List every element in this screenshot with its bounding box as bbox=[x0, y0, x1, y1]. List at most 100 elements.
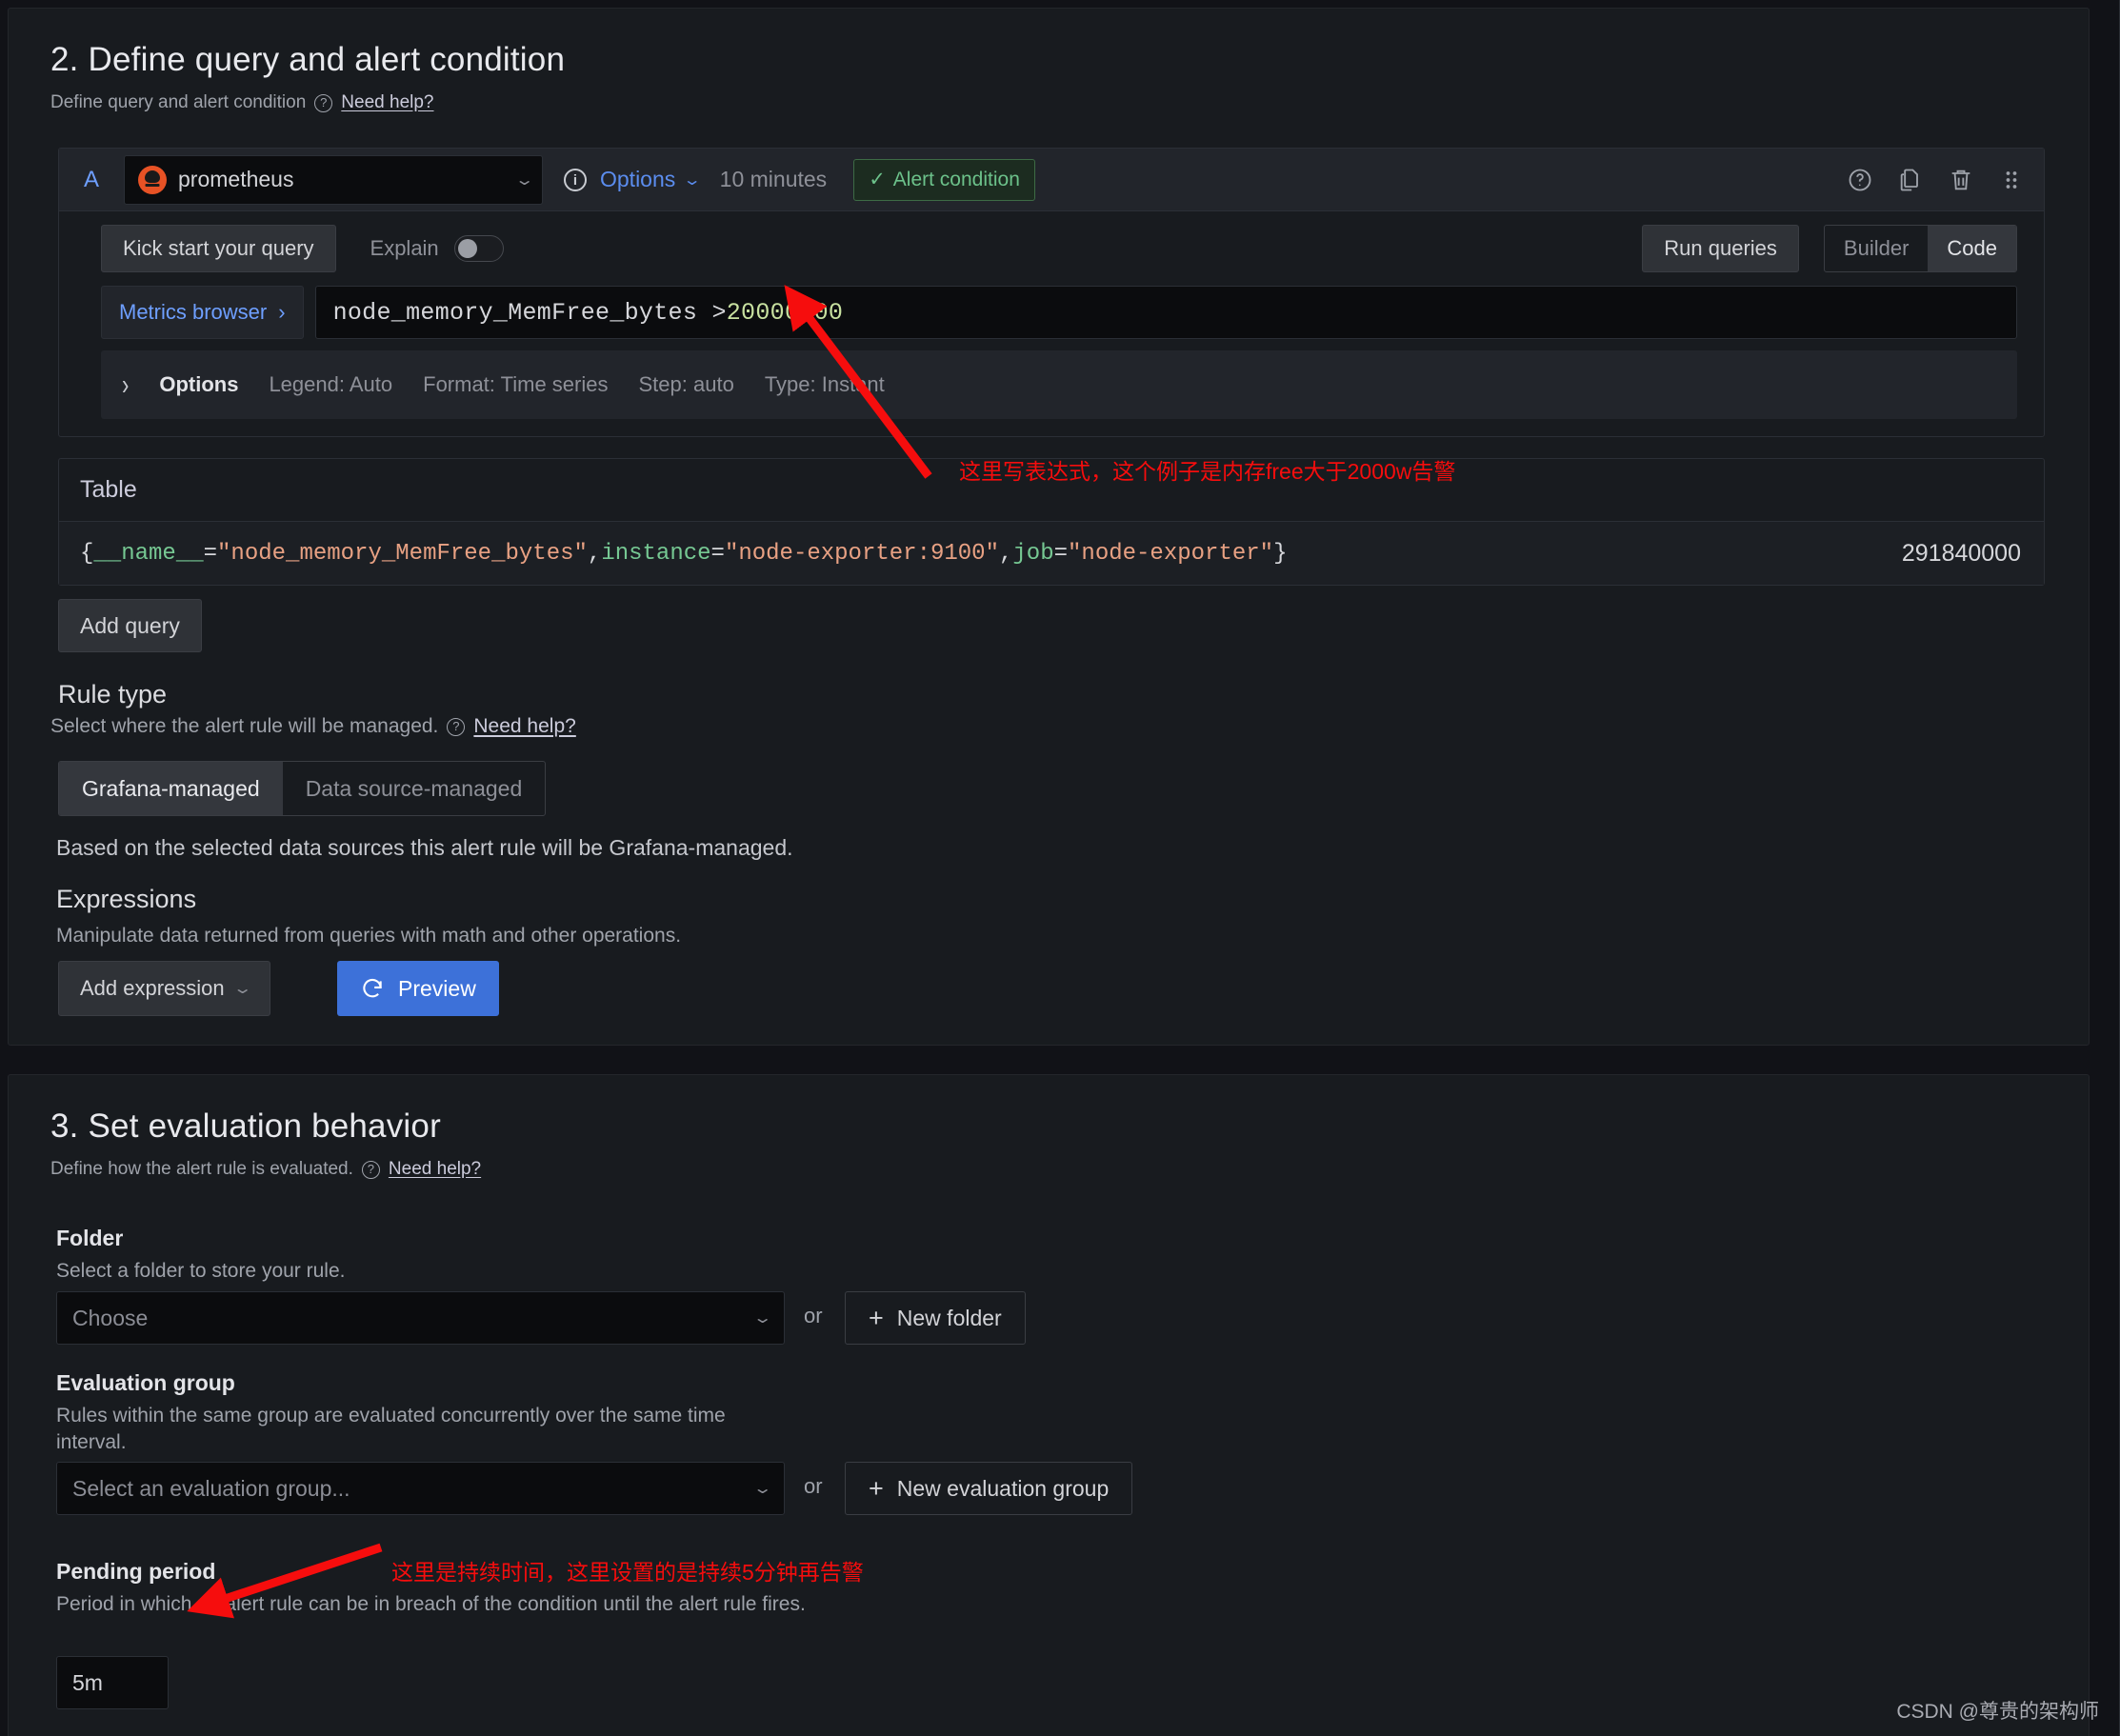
prometheus-logo-icon bbox=[138, 166, 167, 194]
rule-type-desc-row: Select where the alert rule will be mana… bbox=[9, 713, 576, 740]
folder-description: Select a folder to store your rule. bbox=[56, 1258, 346, 1285]
expression-metric-text: node_memory_MemFree_bytes > bbox=[333, 299, 727, 327]
run-queries-button[interactable]: Run queries bbox=[1642, 225, 1799, 272]
plus-icon: + bbox=[869, 1306, 884, 1331]
series-eq-3: = bbox=[1054, 541, 1068, 567]
query-toolbar-right: Run queries Builder Code bbox=[1642, 225, 2017, 272]
watermark: CSDN @尊贵的架构师 bbox=[1896, 1696, 2099, 1725]
info-icon[interactable]: i bbox=[564, 169, 587, 191]
series-sep-1: , bbox=[588, 541, 601, 567]
chevron-down-icon[interactable]: ⌄ bbox=[683, 170, 702, 190]
new-evaluation-group-label: New evaluation group bbox=[897, 1476, 1109, 1502]
series-label-name-1: __name__ bbox=[93, 541, 203, 567]
rule-type-grafana-managed[interactable]: Grafana-managed bbox=[59, 762, 283, 815]
expressions-description: Manipulate data returned from queries wi… bbox=[56, 923, 681, 949]
series-eq-2: = bbox=[711, 541, 725, 567]
new-folder-label: New folder bbox=[897, 1306, 1002, 1331]
chevron-down-icon: ⌄ bbox=[752, 1479, 772, 1498]
query-options-link[interactable]: Options bbox=[600, 167, 675, 192]
new-folder-button[interactable]: + New folder bbox=[845, 1291, 1026, 1345]
query-expression-input[interactable]: node_memory_MemFree_bytes > 20000000 bbox=[315, 286, 2017, 339]
annotation-expression-text: 这里写表达式，这个例子是内存free大于2000w告警 bbox=[959, 453, 1455, 486]
annotation-pending-text: 这里是持续时间，这里设置的是持续5分钟再告警 bbox=[391, 1554, 864, 1586]
section-define-query-card: 2. Define query and alert condition Defi… bbox=[8, 8, 2090, 1046]
folder-or-text: or bbox=[804, 1304, 823, 1328]
expression-threshold-value: 20000000 bbox=[727, 299, 843, 327]
query-ref-id: A bbox=[59, 167, 124, 193]
evaluation-group-select-value: Select an evaluation group... bbox=[72, 1476, 350, 1502]
datasource-name: prometheus bbox=[178, 167, 507, 192]
series-label-value-3: "node-exporter" bbox=[1068, 541, 1273, 567]
query-header-actions bbox=[1847, 167, 2025, 193]
series-label-name-3: job bbox=[1012, 541, 1053, 567]
query-options-row[interactable]: › Options Legend: Auto Format: Time seri… bbox=[101, 350, 2017, 419]
metrics-browser-button[interactable]: Metrics browser › bbox=[101, 286, 304, 339]
step3-subtitle-row: Define how the alert rule is evaluated. … bbox=[9, 1146, 2089, 1180]
preview-label: Preview bbox=[398, 976, 476, 1002]
pending-period-description: Period in which an alert rule can be in … bbox=[56, 1591, 856, 1618]
step3-need-help-link[interactable]: Need help? bbox=[389, 1159, 481, 1180]
expressions-heading: Expressions bbox=[56, 885, 196, 914]
step2-need-help-link[interactable]: Need help? bbox=[341, 92, 433, 113]
option-format: Format: Time series bbox=[423, 372, 608, 397]
option-legend: Legend: Auto bbox=[269, 372, 392, 397]
pending-period-input[interactable]: 5m bbox=[56, 1656, 169, 1709]
option-type: Type: Instant bbox=[765, 372, 885, 397]
editor-mode-toggle: Builder Code bbox=[1824, 225, 2017, 272]
evaluation-group-label: Evaluation group bbox=[56, 1370, 235, 1396]
rule-type-datasource-managed[interactable]: Data source-managed bbox=[283, 762, 546, 815]
step2-title: 2. Define query and alert condition bbox=[9, 9, 2089, 79]
chevron-right-icon: › bbox=[122, 368, 129, 402]
series-label-name-2: instance bbox=[601, 541, 710, 567]
step3-subtitle-text: Define how the alert rule is evaluated. bbox=[50, 1159, 353, 1180]
check-icon: ✓ bbox=[869, 168, 886, 191]
step2-subtitle-row: Define query and alert condition ? Need … bbox=[9, 79, 2089, 113]
drag-handle-icon[interactable] bbox=[1998, 167, 2025, 193]
mode-builder-tab[interactable]: Builder bbox=[1825, 226, 1928, 271]
datasource-picker[interactable]: prometheus ⌄ bbox=[124, 155, 543, 205]
series-open-brace: { bbox=[80, 541, 93, 567]
rule-type-need-help-link[interactable]: Need help? bbox=[473, 715, 575, 738]
add-expression-label: Add expression bbox=[80, 976, 225, 1001]
mode-code-tab[interactable]: Code bbox=[1928, 226, 2016, 271]
trash-icon[interactable] bbox=[1948, 167, 1974, 193]
query-editor-block: A prometheus ⌄ i Options ⌄ 10 minutes ✓ … bbox=[58, 148, 2045, 437]
alert-condition-badge: ✓ Alert condition bbox=[853, 159, 1035, 201]
rule-type-radio-group: Grafana-managed Data source-managed bbox=[58, 761, 546, 816]
help-circle-icon: ? bbox=[314, 94, 332, 112]
step2-subtitle-text: Define query and alert condition bbox=[50, 92, 306, 113]
table-row: {__name__ = "node_memory_MemFree_bytes", i… bbox=[59, 522, 2044, 585]
section-evaluation-behavior-card: 3. Set evaluation behavior Define how th… bbox=[8, 1074, 2090, 1736]
preview-button[interactable]: Preview bbox=[337, 961, 499, 1016]
refresh-icon bbox=[360, 976, 385, 1001]
plus-icon: + bbox=[869, 1476, 884, 1502]
query-header-bar: A prometheus ⌄ i Options ⌄ 10 minutes ✓ … bbox=[59, 149, 2044, 211]
evaluation-group-or-text: or bbox=[804, 1474, 823, 1499]
metrics-browser-label: Metrics browser bbox=[119, 300, 267, 325]
query-toolbar: Kick start your query Explain Run querie… bbox=[59, 211, 2044, 286]
chevron-right-icon: › bbox=[278, 300, 285, 325]
series-label-value-2: "node-exporter:9100" bbox=[725, 541, 999, 567]
add-expression-button[interactable]: Add expression ⌄ bbox=[58, 961, 270, 1016]
alert-condition-label: Alert condition bbox=[893, 169, 1020, 191]
explain-label: Explain bbox=[370, 236, 439, 261]
evaluation-group-select[interactable]: Select an evaluation group... ⌄ bbox=[56, 1462, 785, 1515]
series-close-brace: } bbox=[1273, 541, 1287, 567]
series-sep-2: , bbox=[999, 541, 1012, 567]
chevron-down-icon: ⌄ bbox=[752, 1308, 772, 1327]
explain-toggle[interactable] bbox=[454, 235, 504, 262]
pending-period-label: Pending period bbox=[56, 1559, 215, 1585]
kick-start-query-button[interactable]: Kick start your query bbox=[101, 225, 336, 272]
series-value: 291840000 bbox=[1902, 540, 2021, 568]
add-query-button[interactable]: Add query bbox=[58, 599, 202, 652]
series-label-value-1: "node_memory_MemFree_bytes" bbox=[217, 541, 588, 567]
folder-label: Folder bbox=[56, 1226, 123, 1251]
option-step: Step: auto bbox=[639, 372, 734, 397]
duplicate-icon[interactable] bbox=[1897, 167, 1924, 193]
new-evaluation-group-button[interactable]: + New evaluation group bbox=[845, 1462, 1132, 1515]
help-icon[interactable] bbox=[1847, 167, 1873, 193]
rule-type-description: Select where the alert rule will be mana… bbox=[50, 713, 438, 740]
folder-select[interactable]: Choose ⌄ bbox=[56, 1291, 785, 1345]
evaluation-group-description: Rules within the same group are evaluate… bbox=[56, 1403, 780, 1457]
chevron-down-icon: ⌄ bbox=[514, 170, 534, 190]
